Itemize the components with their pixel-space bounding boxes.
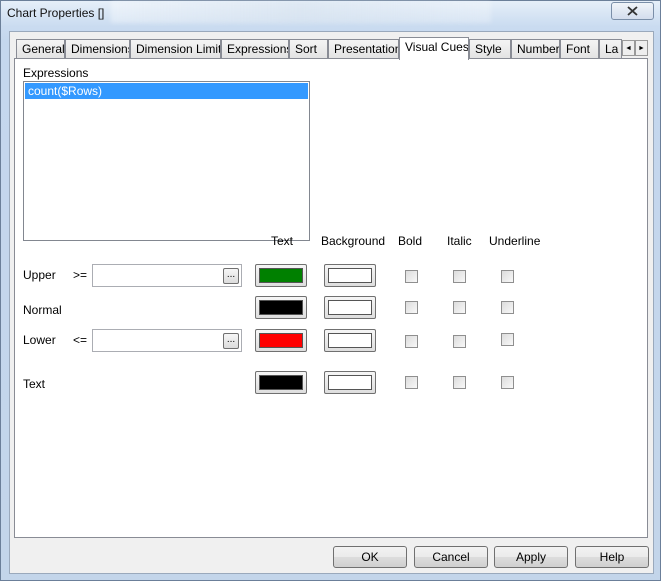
normal-text-color-button[interactable] [255,296,307,319]
column-header-bold: Bold [398,234,423,248]
column-header-background: Background [321,234,386,248]
lower-background-color-button[interactable] [324,329,376,352]
dialog-client-area: General Dimensions Dimension Limits Expr… [9,31,654,574]
tab-strip: General Dimensions Dimension Limits Expr… [14,37,654,60]
arrow-left-icon: ◄ [625,44,632,52]
window-title: Chart Properties [] [7,6,105,20]
upper-expression-button[interactable]: ... [223,268,239,284]
upper-text-color-swatch [259,268,303,283]
upper-italic-checkbox[interactable] [453,270,466,283]
normal-bold-checkbox[interactable] [405,301,418,314]
normal-label: Normal [23,303,62,317]
lower-operator: <= [73,333,88,347]
text-row-italic-checkbox[interactable] [453,376,466,389]
lower-italic-checkbox[interactable] [453,335,466,348]
upper-operator: >= [73,268,88,282]
upper-label: Upper [23,268,56,282]
normal-text-color-swatch [259,300,303,315]
upper-bold-checkbox[interactable] [405,270,418,283]
expression-item-selected[interactable]: count($Rows) [25,83,308,99]
title-bar: Chart Properties [] [1,1,660,27]
upper-underline-checkbox[interactable] [501,270,514,283]
text-row-background-color-button[interactable] [324,371,376,394]
upper-text-color-button[interactable] [255,264,307,287]
tab-expressions[interactable]: Expressions [221,39,289,58]
lower-background-color-swatch [328,333,372,348]
lower-text-color-swatch [259,333,303,348]
upper-value-input[interactable]: ... [92,264,242,287]
text-row-bold-checkbox[interactable] [405,376,418,389]
lower-value-input[interactable]: ... [92,329,242,352]
tab-sort[interactable]: Sort [289,39,328,58]
tab-presentation[interactable]: Presentation [328,39,399,58]
normal-underline-checkbox[interactable] [501,301,514,314]
lower-underline-checkbox[interactable] [501,333,514,346]
expressions-listbox[interactable]: count($Rows) [23,81,310,241]
tab-number[interactable]: Number [511,39,560,58]
tab-scroll-left-button[interactable]: ◄ [622,40,635,56]
tab-font[interactable]: Font [560,39,599,58]
tab-style[interactable]: Style [469,39,511,58]
lower-bold-checkbox[interactable] [405,335,418,348]
tab-layout-partial[interactable]: La [599,39,622,58]
text-row-label: Text [23,377,46,391]
title-bar-background [111,1,491,23]
close-button[interactable] [611,2,654,20]
text-row-background-color-swatch [328,375,372,390]
normal-background-color-swatch [328,300,372,315]
upper-background-color-swatch [328,268,372,283]
help-button[interactable]: Help [575,546,649,568]
lower-text-color-button[interactable] [255,329,307,352]
tab-general[interactable]: General [16,39,65,58]
upper-background-color-button[interactable] [324,264,376,287]
tab-visual-cues[interactable]: Visual Cues [399,37,469,60]
close-icon [627,6,638,16]
column-header-underline: Underline [489,234,541,248]
text-row-text-color-button[interactable] [255,371,307,394]
chart-properties-dialog: Chart Properties [] General Dimensions D… [0,0,661,581]
apply-button[interactable]: Apply [494,546,568,568]
text-row-text-color-swatch [259,375,303,390]
lower-expression-button[interactable]: ... [223,333,239,349]
ok-button[interactable]: OK [333,546,407,568]
text-row-underline-checkbox[interactable] [501,376,514,389]
column-header-italic: Italic [447,234,472,248]
arrow-right-icon: ► [638,44,645,52]
tab-dimensions[interactable]: Dimensions [65,39,130,58]
cancel-button[interactable]: Cancel [414,546,488,568]
column-header-text: Text [271,234,294,248]
lower-label: Lower [23,333,56,347]
normal-italic-checkbox[interactable] [453,301,466,314]
normal-background-color-button[interactable] [324,296,376,319]
tab-scroll-right-button[interactable]: ► [635,40,648,56]
expressions-label: Expressions [23,66,89,80]
visual-cues-panel: Expressions count($Rows) Text Background… [14,58,648,538]
tab-dimension-limits[interactable]: Dimension Limits [130,39,221,58]
